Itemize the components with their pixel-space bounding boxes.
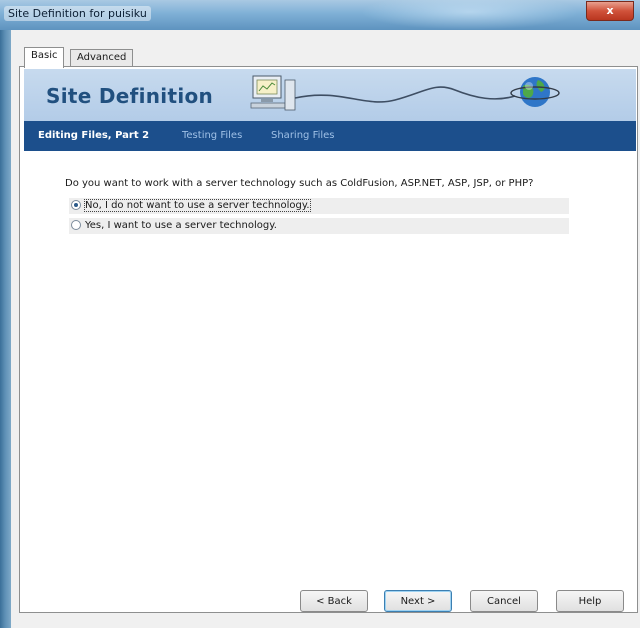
banner-title: Site Definition xyxy=(46,84,214,108)
banner-illustration xyxy=(250,75,560,111)
tab-advanced-label: Advanced xyxy=(77,52,127,63)
step-sharing-files: Sharing Files xyxy=(271,130,335,141)
step-editing-files: Editing Files, Part 2 xyxy=(38,130,150,141)
computer-icon xyxy=(250,75,296,111)
option-no-server-technology[interactable]: No, I do not want to use a server techno… xyxy=(69,198,569,214)
option-yes-label[interactable]: Yes, I want to use a server technology. xyxy=(85,220,277,231)
close-button[interactable]: x xyxy=(586,1,634,21)
next-button[interactable]: Next > xyxy=(384,590,452,612)
title-bar[interactable]: Site Definition for puisiku x xyxy=(0,0,640,30)
tab-basic[interactable]: Basic xyxy=(24,47,65,68)
radio-yes[interactable] xyxy=(71,220,81,230)
globe-icon xyxy=(510,77,560,107)
close-icon: x xyxy=(606,4,614,17)
radio-no[interactable] xyxy=(71,200,81,210)
connection-cable xyxy=(294,86,516,103)
help-button[interactable]: Help xyxy=(556,590,624,612)
title-bar-glow xyxy=(360,0,580,30)
step-testing-files: Testing Files xyxy=(182,130,243,141)
radio-selected-dot xyxy=(74,203,78,207)
back-button[interactable]: < Back xyxy=(300,590,368,612)
option-no-label[interactable]: No, I do not want to use a server techno… xyxy=(84,199,311,212)
tab-basic-label: Basic xyxy=(31,50,58,61)
window-title: Site Definition for puisiku xyxy=(4,6,151,21)
cancel-button[interactable]: Cancel xyxy=(470,590,538,612)
server-technology-question: Do you want to work with a server techno… xyxy=(65,178,534,189)
tab-advanced[interactable]: Advanced xyxy=(70,49,134,67)
window-left-border xyxy=(0,0,11,628)
option-yes-server-technology[interactable]: Yes, I want to use a server technology. xyxy=(69,218,569,234)
